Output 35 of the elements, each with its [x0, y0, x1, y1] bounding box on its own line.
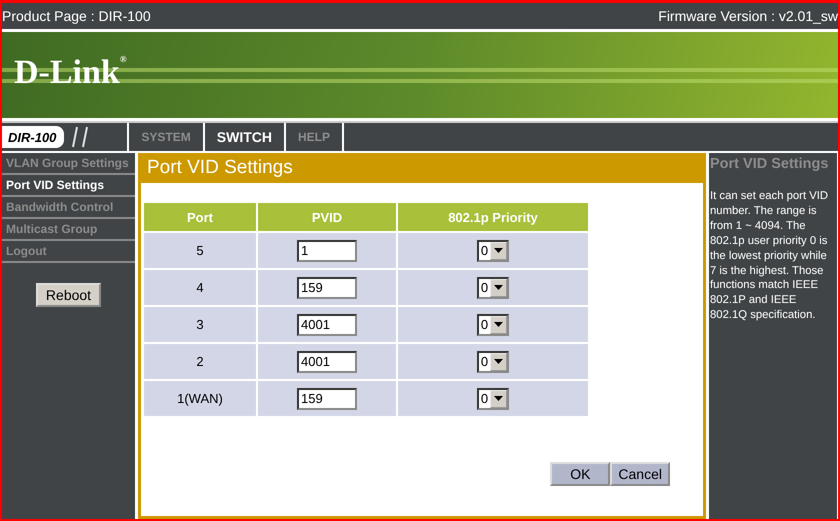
ok-button[interactable]: OK [550, 462, 610, 486]
logo: D-Link$^{®}$ [14, 54, 127, 92]
firmware-version: Firmware Version : v2.01_sw [658, 8, 838, 24]
dropdown-arrow-icon [494, 396, 504, 401]
pvid-field[interactable]: 4001 [297, 314, 357, 336]
priority-dropdown[interactable]: 0 [476, 388, 510, 410]
help-title: Port VID Settings [709, 155, 830, 174]
priority-dropdown[interactable]: 0 [476, 350, 510, 372]
table-cell: 1(WAN) [144, 380, 257, 417]
nav-tab[interactable]: SWITCH [202, 123, 284, 151]
dropdown-arrow-icon [494, 285, 504, 290]
pvid-field[interactable]: 159 [297, 388, 357, 410]
priority-dropdown[interactable]: 0 [476, 240, 510, 262]
priority-dropdown[interactable]: 0 [476, 314, 510, 336]
column-header: Port [144, 203, 257, 232]
pvid-field[interactable]: 159 [297, 276, 357, 298]
dropdown-arrow-icon [494, 359, 504, 364]
dropdown-arrow-icon [494, 322, 504, 327]
column-header: 802.1p Priority [397, 203, 589, 232]
reboot-button[interactable]: Reboot [36, 283, 102, 307]
help-text: It can set each port VID number. The range is from 1 ~ 4094. The 802.1p user priority 0 is the lowest priority while 7 is the highest. Those functions match IEEE 802.1P and IEEE 802.1Q specification. [710, 189, 830, 324]
dropdown-arrow-icon [494, 248, 504, 253]
priority-dropdown[interactable]: 0 [476, 276, 510, 298]
sidebar-item[interactable]: Port VID Settings [2, 175, 135, 197]
panel-title: Port VID Settings [141, 153, 703, 183]
product-title: Product Page : DIR-100 [2, 8, 151, 24]
table-cell: 3 [144, 306, 257, 343]
model-label: DIR-100 [2, 126, 64, 148]
table-cell: 4 [144, 269, 257, 306]
pvid-field[interactable]: 4001 [297, 350, 357, 372]
pvid-field[interactable]: 1 [297, 240, 357, 262]
column-header: PVID [257, 203, 397, 232]
table-cell: 2 [144, 343, 257, 380]
cancel-button[interactable]: Cancel [610, 462, 670, 486]
table-cell: 5 [144, 232, 257, 269]
